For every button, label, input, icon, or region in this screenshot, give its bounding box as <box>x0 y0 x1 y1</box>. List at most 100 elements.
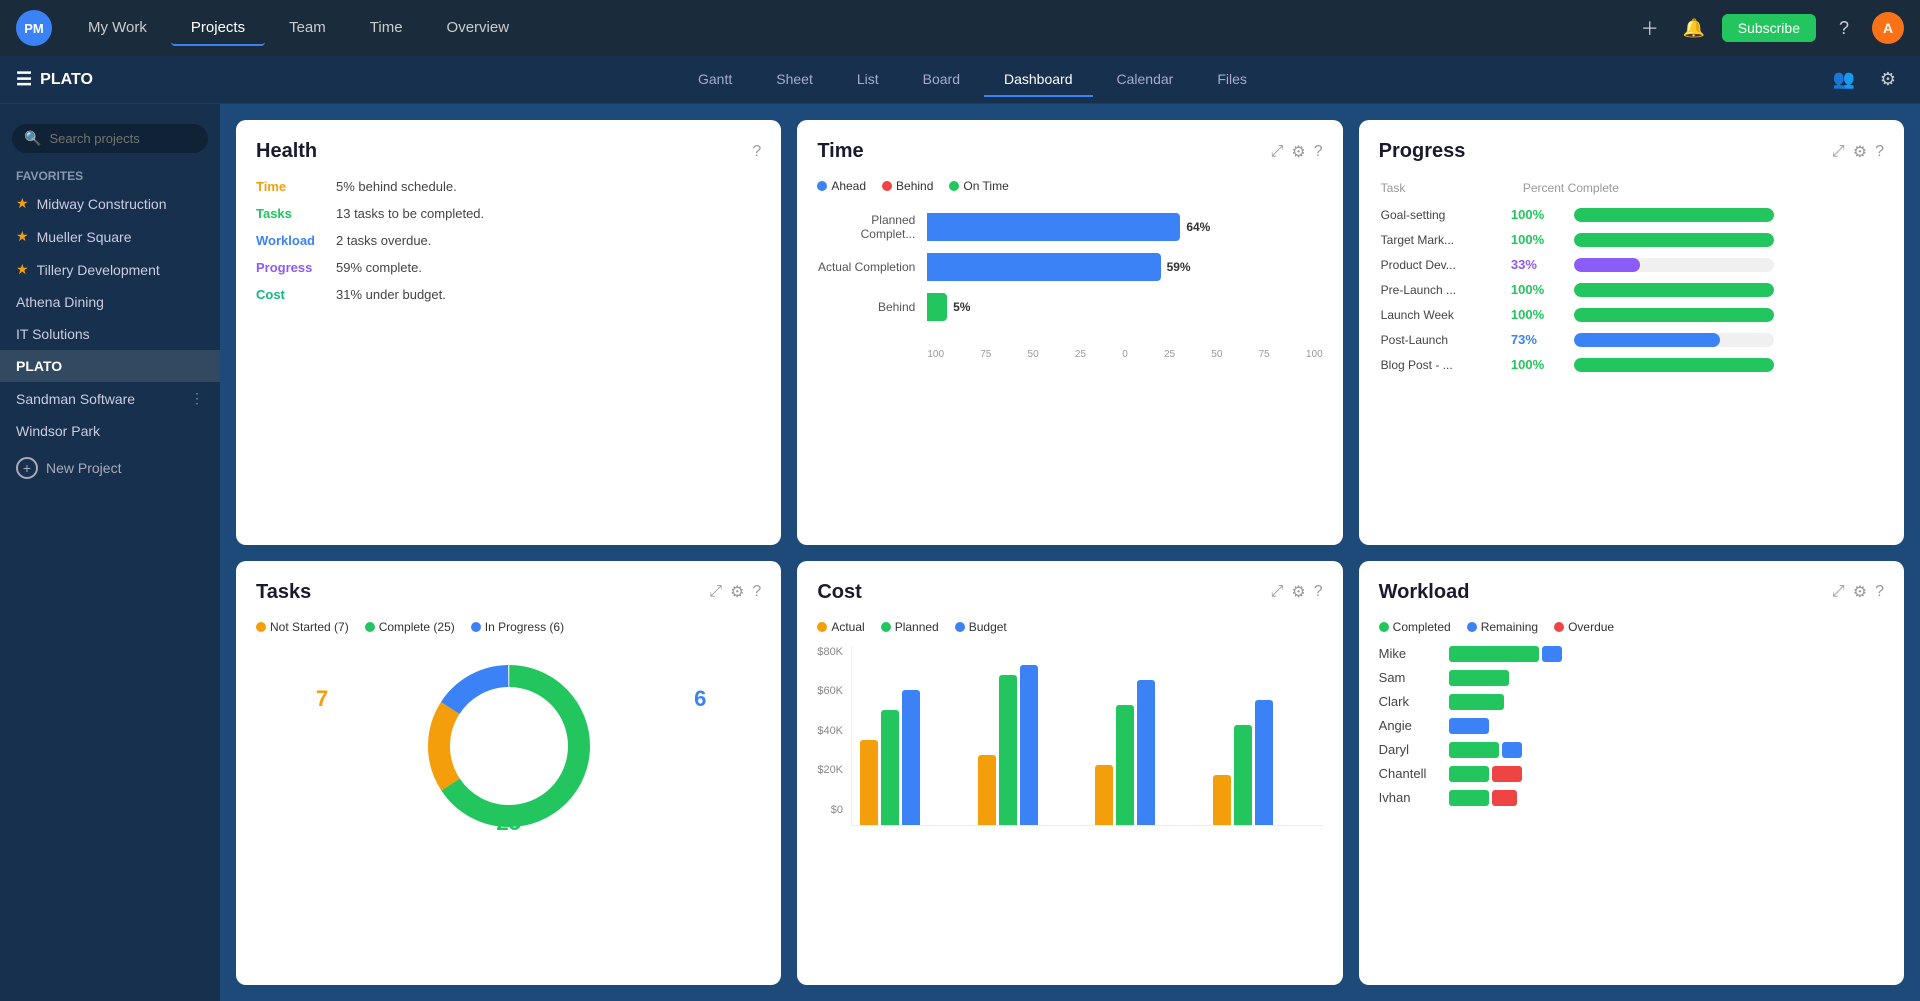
sidebar-item-windsor[interactable]: Windsor Park <box>0 415 220 447</box>
search-box[interactable]: 🔍 <box>12 124 208 153</box>
in-progress-dot <box>471 622 481 632</box>
cost-expand-button[interactable]: ⤢ <box>1271 582 1284 602</box>
sidebar-item-midway[interactable]: ★ Midway Construction <box>0 187 220 220</box>
sidebar: 🔍 Favorites ★ Midway Construction ★ Muel… <box>0 104 220 1001</box>
cost-settings-button[interactable]: ⚙ <box>1291 582 1305 602</box>
tab-list[interactable]: List <box>837 63 899 97</box>
cost-bar-planned-4 <box>1234 725 1252 825</box>
sidebar-item-plato[interactable]: PLATO <box>0 350 220 382</box>
time-help-button[interactable]: ? <box>1314 142 1323 162</box>
health-help-button[interactable]: ? <box>752 143 761 161</box>
health-workload-label: Workload <box>256 233 336 248</box>
tasks-card: Tasks ⤢ ⚙ ? Not Started (7) Complete (25… <box>236 561 781 986</box>
health-workload-value: 2 tasks overdue. <box>336 233 431 248</box>
time-card-header: Time ⤢ ⚙ ? <box>817 140 1322 163</box>
star-icon: ★ <box>16 228 29 245</box>
users-icon[interactable]: 👥 <box>1828 64 1860 96</box>
legend-not-started: Not Started (7) <box>256 620 349 634</box>
legend-actual: Actual <box>817 620 864 634</box>
workload-card-header: Workload ⤢ ⚙ ? <box>1379 581 1884 604</box>
time-settings-button[interactable]: ⚙ <box>1291 142 1305 162</box>
main-nav: My Work Projects Team Time Overview <box>68 11 529 46</box>
cost-bar-actual-2 <box>978 755 996 825</box>
nav-my-work[interactable]: My Work <box>68 11 167 46</box>
donut-label-25: 25 <box>496 810 520 836</box>
cost-title: Cost <box>817 581 861 604</box>
tasks-settings-button[interactable]: ⚙ <box>730 582 744 602</box>
subscribe-button[interactable]: Subscribe <box>1722 14 1816 42</box>
sidebar-item-mueller[interactable]: ★ Mueller Square <box>0 220 220 253</box>
tab-gantt[interactable]: Gantt <box>678 63 752 97</box>
bar-planned-container: 64% <box>927 213 1322 241</box>
cost-card: Cost ⤢ ⚙ ? Actual Planned Budg <box>797 561 1342 986</box>
workload-expand-button[interactable]: ⤢ <box>1832 582 1845 602</box>
workload-help-button[interactable]: ? <box>1875 582 1884 602</box>
nav-projects[interactable]: Projects <box>171 11 265 46</box>
sidebar-item-athena[interactable]: Athena Dining <box>0 286 220 318</box>
tasks-help-button[interactable]: ? <box>752 582 761 602</box>
legend-planned: Planned <box>881 620 939 634</box>
cost-bar-actual-1 <box>860 740 878 825</box>
tab-board[interactable]: Board <box>903 63 980 97</box>
new-project-button[interactable]: + New Project <box>0 447 220 489</box>
health-tasks-value: 13 tasks to be completed. <box>336 206 484 221</box>
cost-actions: ⤢ ⚙ ? <box>1271 582 1323 602</box>
cost-bar-planned-1 <box>881 710 899 825</box>
workload-card: Workload ⤢ ⚙ ? Completed Remaining <box>1359 561 1904 986</box>
progress-row: Product Dev... 33% <box>1381 253 1882 276</box>
nav-overview[interactable]: Overview <box>427 11 530 46</box>
time-expand-button[interactable]: ⤢ <box>1271 142 1284 162</box>
legend-ahead: Ahead <box>817 179 866 193</box>
nav-team[interactable]: Team <box>269 11 346 46</box>
bar-actual-pct: 59% <box>1167 260 1191 274</box>
sub-nav: ☰ PLATO Gantt Sheet List Board Dashboard… <box>0 56 1920 104</box>
tab-files[interactable]: Files <box>1197 63 1267 97</box>
workload-legend: Completed Remaining Overdue <box>1379 620 1884 634</box>
bar-behind-label: Behind <box>817 300 927 314</box>
cost-help-button[interactable]: ? <box>1314 582 1323 602</box>
cost-y-labels: $80K $60K $40K $20K $0 <box>817 646 843 816</box>
settings-icon[interactable]: ⚙ <box>1872 64 1904 96</box>
col-pct: Percent Complete <box>1511 181 1882 201</box>
avatar[interactable]: A <box>1872 12 1904 44</box>
favorites-section-label: Favorites <box>0 161 220 187</box>
help-button[interactable]: ? <box>1828 12 1860 44</box>
more-icon[interactable]: ⋮ <box>190 390 204 407</box>
health-time-value: 5% behind schedule. <box>336 179 457 194</box>
tab-calendar[interactable]: Calendar <box>1097 63 1194 97</box>
progress-help-button[interactable]: ? <box>1875 142 1884 162</box>
nav-time[interactable]: Time <box>350 11 423 46</box>
health-progress-value: 59% complete. <box>336 260 422 275</box>
health-card: Health ? Time 5% behind schedule. Tasks … <box>236 120 781 545</box>
workload-row: Mike <box>1379 646 1884 662</box>
legend-in-progress: In Progress (6) <box>471 620 564 634</box>
add-button[interactable]: ＋ <box>1634 12 1666 44</box>
donut-label-7: 7 <box>316 686 328 712</box>
sidebar-item-it-solutions[interactable]: IT Solutions <box>0 318 220 350</box>
workload-row: Ivhan <box>1379 790 1884 806</box>
logo[interactable]: PM <box>16 10 52 46</box>
sidebar-item-tillery[interactable]: ★ Tillery Development <box>0 253 220 286</box>
hamburger-icon[interactable]: ☰ <box>16 69 32 90</box>
legend-behind: Behind <box>882 179 933 193</box>
tab-dashboard[interactable]: Dashboard <box>984 63 1093 97</box>
workload-settings-button[interactable]: ⚙ <box>1853 582 1867 602</box>
health-time-label: Time <box>256 179 336 194</box>
tasks-expand-button[interactable]: ⤢ <box>709 582 722 602</box>
budget-dot <box>955 622 965 632</box>
progress-row: Pre-Launch ... 100% <box>1381 278 1882 301</box>
progress-expand-button[interactable]: ⤢ <box>1832 142 1845 162</box>
notification-button[interactable]: 🔔 <box>1678 12 1710 44</box>
time-bar-behind: Behind 5% <box>817 293 1322 321</box>
top-nav: PM My Work Projects Team Time Overview ＋… <box>0 0 1920 56</box>
health-cost-label: Cost <box>256 287 336 302</box>
nav-actions: ＋ 🔔 Subscribe ? A <box>1634 12 1904 44</box>
bar-actual-container: 59% <box>927 253 1322 281</box>
tasks-legend: Not Started (7) Complete (25) In Progres… <box>256 620 761 634</box>
cost-group-2 <box>978 665 1076 825</box>
tab-sheet[interactable]: Sheet <box>756 63 833 97</box>
time-chart: Planned Complet... 64% Actual Completion… <box>817 205 1322 341</box>
search-input[interactable] <box>49 131 196 146</box>
sidebar-item-sandman[interactable]: Sandman Software ⋮ <box>0 382 220 415</box>
progress-settings-button[interactable]: ⚙ <box>1853 142 1867 162</box>
